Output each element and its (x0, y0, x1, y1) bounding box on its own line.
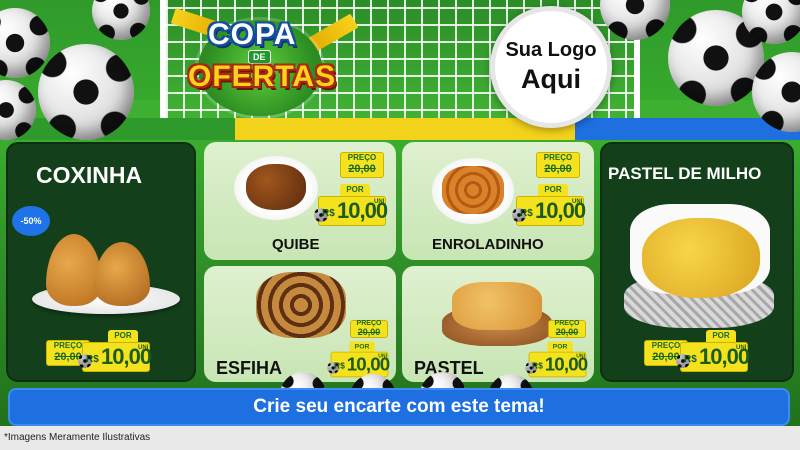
enroladinho-icon (442, 166, 504, 214)
currency: R$ (86, 354, 99, 365)
old-price: 20,00 (544, 163, 572, 175)
unit: UNI (736, 345, 747, 351)
por-label: POR (108, 330, 138, 342)
unit: UNI (374, 199, 385, 205)
pastel-icon (452, 282, 542, 330)
quibe-icon (246, 164, 306, 210)
logo-subtitle: OFERTAS (188, 60, 337, 93)
currency: R$ (322, 208, 335, 219)
disclaimer: *Imagens Meramente Ilustrativas (4, 432, 151, 443)
price-label: PREÇO (347, 153, 377, 162)
soccer-ball-icon (38, 44, 134, 140)
por-label: POR (340, 184, 370, 196)
por-label: POR (538, 184, 568, 196)
unit: UNI (572, 199, 583, 205)
coxinha-icon (46, 234, 102, 306)
por-label: POR (547, 341, 573, 352)
unit: UNI (576, 354, 585, 360)
currency: R$ (532, 361, 543, 372)
soccer-ball-icon (92, 0, 150, 40)
product-name: ENROLADINHO (432, 236, 544, 253)
copa-de-ofertas-logo: COPA DE OFERTAS (168, 6, 360, 122)
product-name: ESFIHA (216, 358, 283, 378)
product-name: COXINHA (36, 162, 143, 188)
price-label: PREÇO (554, 320, 580, 327)
product-name: PASTEL DE MILHO (608, 164, 762, 183)
logo-placeholder-line1: Sua Logo (505, 39, 597, 61)
por-label: POR (349, 341, 375, 352)
price-label: PREÇO (543, 153, 573, 162)
old-price: 20,00 (555, 327, 579, 337)
esfiha-icon (256, 272, 346, 338)
soccer-ball-icon (0, 8, 50, 78)
logo-placeholder-line2: Aqui (521, 64, 581, 94)
pastel-de-milho-icon (642, 218, 760, 298)
currency: R$ (334, 361, 345, 372)
discount-badge: -50% (12, 206, 50, 236)
old-price: 20,00 (357, 327, 381, 337)
unit: UNI (138, 345, 149, 351)
coxinha-icon (94, 242, 150, 306)
por-label: POR (706, 330, 736, 342)
flyer: COPA DE OFERTAS Sua Logo Aqui COXINHA -5… (0, 0, 800, 450)
logo-placeholder: Sua Logo Aqui (490, 6, 612, 128)
currency: R$ (684, 354, 697, 365)
product-name: QUIBE (272, 236, 320, 253)
currency: R$ (520, 208, 533, 219)
price-label: PREÇO (356, 320, 382, 327)
old-price: 20,00 (348, 163, 376, 175)
unit: UNI (378, 354, 387, 360)
logo-title: COPA (208, 18, 297, 51)
cta-banner[interactable]: Crie seu encarte com este tema! (8, 388, 790, 426)
